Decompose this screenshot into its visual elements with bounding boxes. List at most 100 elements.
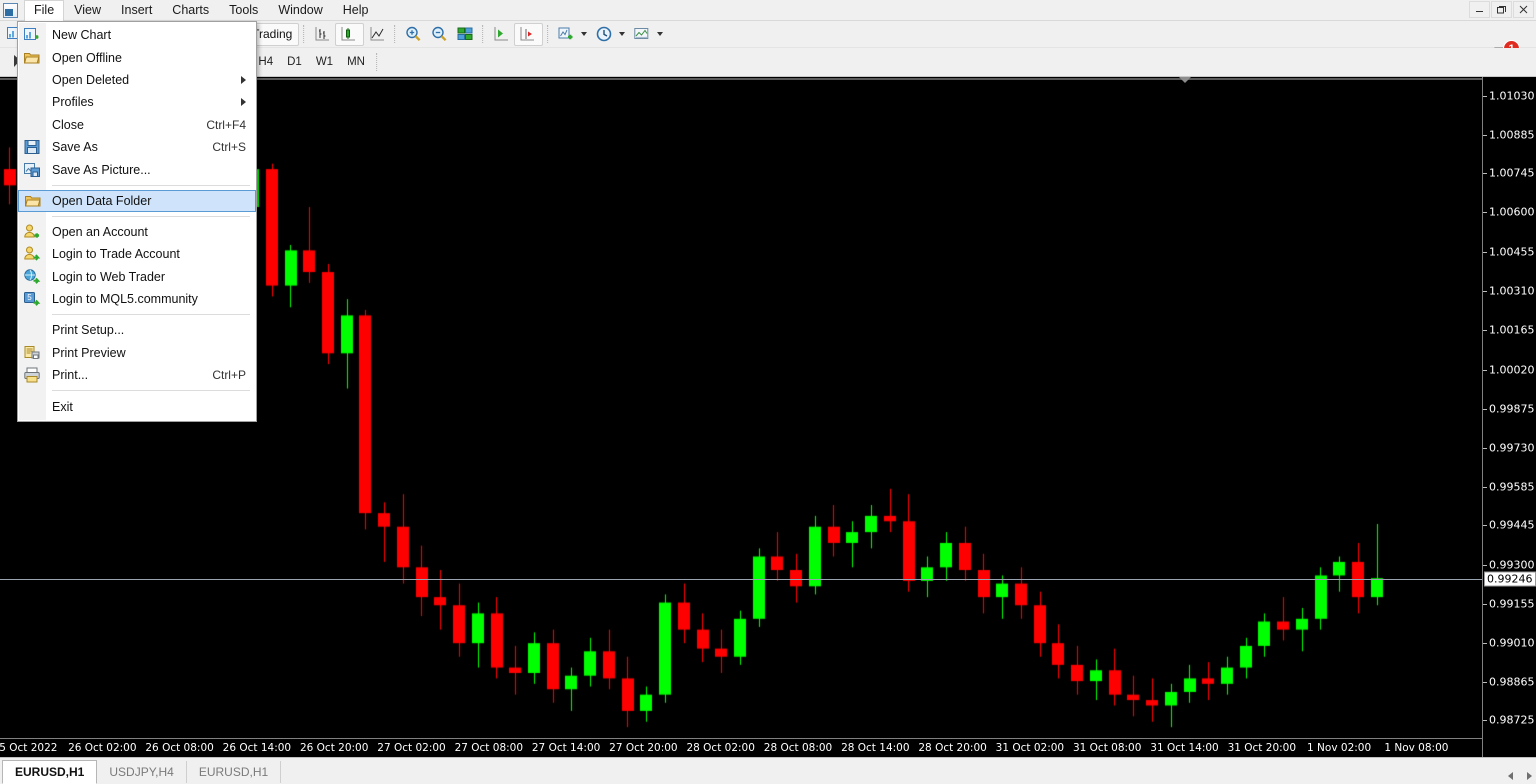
file-menu-item-label: Print Setup...: [52, 323, 125, 338]
metatrader-logo-icon: [1, 1, 21, 20]
templates-icon: [633, 25, 651, 43]
time-label: 31 Oct 20:00: [1227, 742, 1297, 754]
timeframe-w1[interactable]: W1: [309, 52, 340, 73]
tile-windows-icon[interactable]: [452, 23, 478, 46]
menu-insert[interactable]: Insert: [111, 0, 162, 21]
timeframe-mn[interactable]: MN: [340, 52, 372, 73]
file-menu-item-open-an-account[interactable]: Open an Account: [18, 221, 256, 243]
time-label: 31 Oct 08:00: [1072, 742, 1142, 754]
file-menu-item-label: Save As: [52, 140, 98, 155]
chevron-down-icon-3[interactable]: [657, 32, 664, 36]
file-menu-item-label: Print Preview: [52, 345, 126, 360]
menu-view[interactable]: View: [64, 0, 111, 21]
file-menu-item-save-as[interactable]: Save As Ctrl+S: [18, 136, 256, 158]
file-menu-item-close[interactable]: Close Ctrl+F4: [18, 114, 256, 136]
zoom-out-icon[interactable]: [426, 23, 452, 46]
file-menu-item-label: Login to MQL5.community: [52, 292, 198, 307]
menu-tools[interactable]: Tools: [219, 0, 268, 21]
price-tick: [1483, 369, 1487, 371]
price-tick: [1483, 448, 1487, 450]
time-label: 27 Oct 14:00: [531, 742, 601, 754]
price-label: 1.00455: [1489, 245, 1535, 259]
chart-shift-marker-icon[interactable]: [1179, 77, 1191, 83]
timeframe-d1[interactable]: D1: [280, 52, 309, 73]
time-label: 26 Oct 14:00: [222, 742, 292, 754]
menu-window[interactable]: Window: [268, 0, 332, 21]
toolbar-separator-5: [547, 25, 550, 43]
time-label: 28 Oct 14:00: [841, 742, 910, 754]
metatrader-window: File View Insert Charts Tools Window Help: [0, 0, 1536, 784]
bar-chart-icon[interactable]: [309, 23, 335, 46]
price-tick: [1483, 135, 1487, 137]
templates-button[interactable]: [629, 23, 667, 46]
price-axis[interactable]: 1.01030 1.00885 1.00745 1.00600 1.00455 1.003…: [1482, 77, 1536, 757]
scroll-right-icon[interactable]: [1527, 772, 1532, 780]
menu-items: File View Insert Charts Tools Window Help: [24, 0, 379, 22]
chevron-down-icon[interactable]: [581, 32, 588, 36]
minimize-button[interactable]: [1469, 1, 1490, 18]
chart-tab-0[interactable]: EURUSD,H1: [2, 760, 98, 784]
zoom-out-glyph: [430, 25, 448, 43]
file-menu-item-accelerator: Ctrl+S: [212, 140, 246, 155]
file-menu-item-label: Login to Trade Account: [52, 247, 180, 262]
time-axis[interactable]: 25 Oct 2022 26 Oct 02:00 26 Oct 08:00 26 Oc…: [0, 738, 1482, 757]
menu-help[interactable]: Help: [333, 0, 379, 21]
file-menu-item-save-as-picture[interactable]: Save As Picture...: [18, 158, 256, 180]
file-menu-item-profiles[interactable]: Profiles: [18, 91, 256, 113]
price-tick: [1483, 564, 1487, 566]
chart-shift-glyph: [518, 25, 536, 43]
file-menu-item-print[interactable]: Print... Ctrl+P: [18, 364, 256, 386]
zoom-in-glyph: [404, 25, 422, 43]
restore-button[interactable]: [1491, 1, 1512, 18]
periods-button[interactable]: [591, 23, 629, 46]
candlestick-chart-icon[interactable]: [335, 22, 365, 46]
price-tick: [1483, 212, 1487, 214]
file-menu-item-open-deleted[interactable]: Open Deleted: [18, 69, 256, 91]
time-label: 27 Oct 02:00: [377, 742, 446, 754]
menu-file[interactable]: File: [24, 0, 65, 22]
price-label: 0.99585: [1489, 480, 1535, 494]
auto-scroll-icon[interactable]: [488, 23, 514, 46]
file-menu-item-label: Print...: [52, 368, 89, 383]
time-label: 27 Oct 08:00: [454, 742, 524, 754]
file-menu-item-accelerator: Ctrl+F4: [206, 117, 246, 132]
indicators-icon: [557, 25, 575, 43]
price-tick: [1483, 603, 1487, 605]
file-menu-item-label: Save As Picture...: [52, 162, 151, 177]
file-menu-item-print-preview[interactable]: Print Preview: [18, 342, 256, 364]
printer-icon: [23, 366, 41, 384]
file-menu-separator: [52, 215, 250, 217]
file-menu-item-new-chart[interactable]: New Chart: [18, 24, 256, 46]
file-menu-item-login-to-web-trader[interactable]: Login to Web Trader: [18, 266, 256, 288]
file-menu-dropdown[interactable]: New Chart Open Offline Open Deleted Profile…: [17, 21, 257, 422]
file-menu-item-open-offline[interactable]: Open Offline: [18, 46, 256, 68]
file-menu-separator: [52, 314, 250, 316]
chevron-down-icon-2[interactable]: [619, 32, 626, 36]
submenu-arrow-icon: [241, 98, 246, 107]
scroll-left-icon[interactable]: [1508, 772, 1513, 780]
price-tick: [1483, 408, 1487, 410]
chart-tab-1[interactable]: USDJPY,H4: [97, 761, 187, 783]
data-folder-icon: [24, 192, 42, 210]
file-menu-item-login-to-mql5-community[interactable]: 5 Login to MQL5.community: [18, 288, 256, 310]
chart-shift-icon[interactable]: [514, 22, 544, 46]
file-menu-item-open-data-folder[interactable]: Open Data Folder: [18, 189, 256, 212]
file-menu-item-login-to-trade-account[interactable]: Login to Trade Account: [18, 243, 256, 265]
file-menu-item-exit[interactable]: Exit: [18, 395, 256, 417]
price-label: 1.00310: [1489, 284, 1535, 298]
indicators-button[interactable]: [553, 23, 591, 46]
chart-tab-2[interactable]: EURUSD,H1: [187, 761, 282, 783]
file-menu-item-label: Open Deleted: [52, 72, 130, 87]
line-chart-icon[interactable]: [364, 23, 390, 46]
file-menu-item-print-setup[interactable]: Print Setup...: [18, 319, 256, 341]
menu-charts[interactable]: Charts: [162, 0, 219, 21]
auto-scroll-glyph: [492, 25, 510, 43]
toolbar-separator-3: [394, 25, 397, 43]
zoom-in-icon[interactable]: [400, 23, 426, 46]
close-button[interactable]: [1513, 1, 1534, 18]
file-menu-separator: [52, 184, 250, 186]
time-label: 25 Oct 2022: [0, 742, 58, 754]
price-label: 0.99155: [1489, 597, 1535, 611]
svg-text:5: 5: [27, 293, 32, 302]
price-tick: [1483, 330, 1487, 332]
